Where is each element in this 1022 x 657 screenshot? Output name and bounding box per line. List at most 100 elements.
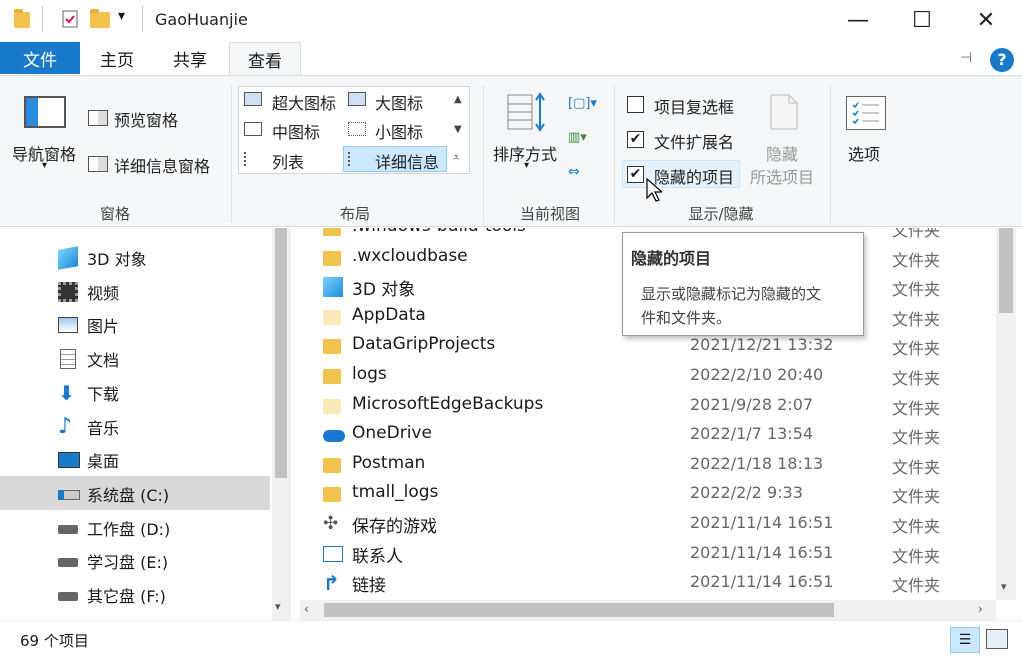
file-type: 文件夹 (892, 339, 941, 359)
status-bar: 69 个项目 ☰ (0, 620, 1022, 657)
folder-icon (323, 248, 343, 268)
nav-item-label: 视频 (87, 283, 120, 303)
group-label-pane: 窗格 (99, 205, 130, 223)
file-date: 2022/1/7 13:54 (690, 424, 814, 444)
table-row[interactable]: logs 2022/2/10 20:40 文件夹 (300, 361, 996, 391)
nav-item[interactable]: ♪ 音乐 (0, 409, 270, 443)
layout-large-icons[interactable]: 大图标 (375, 90, 423, 114)
file-name: Postman (352, 452, 426, 473)
tab-share[interactable]: 共享 (155, 42, 225, 74)
layout-details[interactable]: 详细信息 (375, 149, 439, 173)
layout-small-icons[interactable]: 小图标 (375, 119, 423, 143)
chevron-down-icon: ▾ (1001, 580, 1007, 593)
group-by-icon[interactable]: [▢]▾ (568, 96, 598, 116)
customize-quick-access-icon[interactable]: ▾ (118, 8, 125, 24)
preview-pane-button[interactable]: 预览窗格 (114, 107, 178, 131)
file-name: 联系人 (352, 546, 403, 567)
table-row[interactable]: OneDrive 2022/1/7 13:54 文件夹 (300, 420, 996, 450)
separator (614, 85, 615, 223)
layout-list[interactable]: 列表 (272, 149, 304, 173)
minimize-button[interactable]: — (826, 0, 890, 40)
drive-icon (58, 585, 78, 605)
chevron-down-icon[interactable]: ▾ (42, 160, 47, 171)
tab-file[interactable]: 文件 (0, 42, 80, 74)
properties-icon[interactable] (60, 9, 80, 29)
nav-item[interactable]: 系统盘 (C:) (0, 475, 270, 510)
tooltip-title: 隐藏的项目 (631, 249, 712, 268)
picture-icon (58, 315, 78, 335)
nav-pane-icon (24, 96, 66, 128)
details-view-button[interactable]: ☰ (950, 627, 980, 653)
nav-item-label: 工作盘 (D:) (87, 519, 171, 539)
file-type: 文件夹 (892, 398, 941, 418)
document-icon (58, 349, 78, 370)
add-columns-icon[interactable]: ▥▾ (568, 130, 600, 150)
file-type: 文件夹 (892, 457, 941, 477)
new-folder-icon[interactable] (90, 9, 110, 29)
table-row[interactable]: ↱ 链接 2021/11/14 16:51 文件夹 (300, 568, 996, 598)
hide-selected-icon (768, 92, 800, 132)
table-row[interactable]: 联系人 2021/11/14 16:51 文件夹 (300, 539, 996, 569)
item-checkboxes-checkbox[interactable] (627, 96, 644, 113)
layout-extra-large-icons[interactable]: 超大图标 (272, 90, 336, 114)
large-icons-view-button[interactable] (986, 629, 1008, 649)
file-date: 2021/11/14 16:51 (690, 572, 834, 592)
options-icon (846, 96, 886, 130)
scroll-up-icon[interactable]: ▲ (454, 94, 462, 105)
tab-home[interactable]: 主页 (82, 42, 152, 74)
nav-item[interactable]: 其它盘 (F:) (0, 577, 270, 611)
expand-gallery-icon[interactable]: ⩡ (453, 150, 460, 165)
details-pane-button[interactable]: 详细信息窗格 (114, 153, 210, 177)
details-pane-icon (88, 156, 108, 172)
nav-item[interactable]: 工作盘 (D:) (0, 510, 270, 544)
chevron-down-icon[interactable]: ▾ (524, 160, 529, 171)
nav-item[interactable]: 图片 (0, 307, 270, 341)
hide-selected-label-1[interactable]: 隐藏 (766, 141, 798, 165)
nav-item[interactable]: ⬇ 下载 (0, 375, 270, 409)
desktop-icon (58, 450, 80, 470)
file-date: 2021/11/14 16:51 (690, 513, 834, 532)
help-icon[interactable]: ? (990, 48, 1014, 72)
tooltip-body-line1: 显示或隐藏标记为隐藏的文 (641, 285, 822, 303)
table-row[interactable]: ✣ 保存的游戏 2021/11/14 16:51 文件夹 (300, 509, 996, 539)
nav-item-label: 图片 (87, 317, 120, 337)
ribbon-tabs (0, 40, 1022, 76)
nav-item[interactable]: 文档 (0, 341, 270, 375)
nav-item[interactable]: 3D 对象 (0, 240, 270, 274)
pane-splitter[interactable] (290, 228, 300, 620)
table-row[interactable]: MicrosoftEdgeBackups 2021/9/28 2:07 文件夹 (300, 391, 996, 421)
nav-item[interactable]: 桌面 (0, 442, 270, 476)
file-type: 文件夹 (892, 517, 941, 536)
file-list-vscrollbar[interactable]: ▾ (996, 228, 1016, 600)
group-label-show-hide: 显示/隐藏 (688, 205, 754, 223)
video-icon (58, 281, 78, 302)
nav-item[interactable]: 视频 (0, 274, 270, 308)
tab-view[interactable]: 查看 (229, 42, 301, 76)
nav-scrollbar[interactable]: ▾ (272, 228, 290, 620)
separator (830, 85, 831, 223)
table-row[interactable]: tmall_logs 2022/2/2 9:33 文件夹 (300, 479, 996, 509)
hide-selected-label-2[interactable]: 所选项目 (750, 164, 814, 188)
hidden-items-checkbox[interactable]: ✔ (627, 166, 644, 183)
layout-medium-icons[interactable]: 中图标 (272, 119, 320, 143)
nav-item-label: 学习盘 (E:) (87, 553, 169, 573)
file-date: 2022/2/2 9:33 (690, 483, 803, 503)
pin-icon[interactable]: ⊣ (960, 50, 972, 66)
scroll-thumb (324, 603, 834, 617)
file-list-hscrollbar[interactable]: ‹ › (300, 600, 996, 620)
close-button[interactable]: ✕ (954, 0, 1018, 40)
file-type: 文件夹 (892, 576, 941, 596)
maximize-button[interactable]: ☐ (890, 0, 954, 40)
file-name: tmall_logs (352, 482, 439, 503)
table-row[interactable]: Postman 2022/1/18 18:13 文件夹 (300, 450, 996, 480)
group-label-current-view: 当前视图 (519, 205, 580, 223)
file-date: 2021/12/21 13:32 (690, 335, 834, 355)
contacts-icon (323, 544, 343, 564)
scroll-down-icon[interactable]: ▼ (454, 124, 462, 135)
nav-item[interactable]: 学习盘 (E:) (0, 543, 270, 577)
size-columns-icon[interactable]: ⇔ (568, 164, 592, 184)
folder-icon (14, 9, 34, 29)
tooltip: 隐藏的项目 显示或隐藏标记为隐藏的文 件和文件夹。 (622, 232, 864, 336)
file-extensions-checkbox[interactable]: ✔ (627, 131, 644, 148)
options-button[interactable]: 选项 (848, 141, 880, 165)
